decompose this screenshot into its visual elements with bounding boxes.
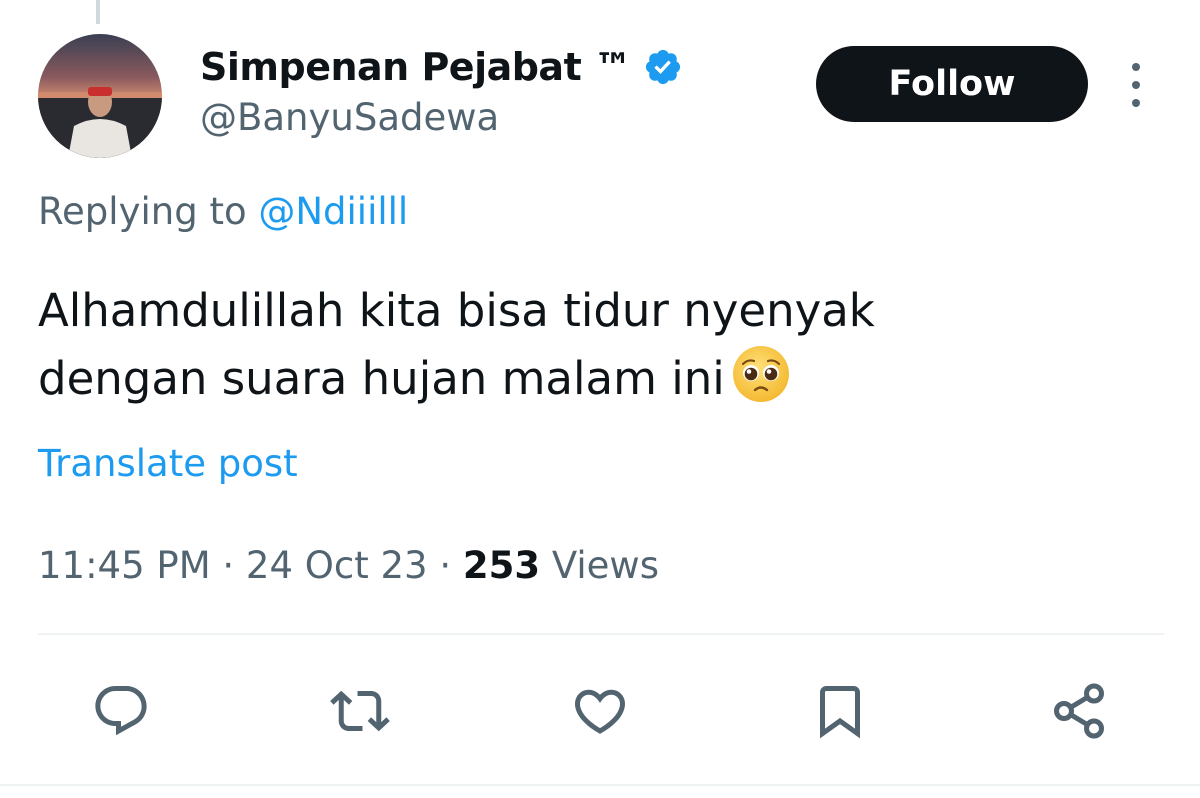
repost-icon bbox=[330, 690, 390, 732]
post-text-line-2-wrap: dengan suara hujan malam ini bbox=[38, 344, 1158, 412]
post-text-line-2: dengan suara hujan malam ini bbox=[38, 352, 725, 405]
meta-separator: · bbox=[210, 544, 246, 587]
bottom-divider bbox=[0, 784, 1200, 786]
translate-post-link[interactable]: Translate post bbox=[38, 442, 298, 485]
avatar-photo bbox=[38, 34, 162, 158]
more-dot bbox=[1132, 63, 1140, 71]
action-bar bbox=[0, 676, 1200, 746]
post-text: Alhamdulillah kita bisa tidur nyenyak de… bbox=[38, 278, 1158, 412]
meta-separator: · bbox=[427, 544, 463, 587]
reply-icon bbox=[95, 686, 147, 736]
replying-to-line: Replying to @Ndiiilll bbox=[38, 190, 408, 233]
more-dot bbox=[1132, 81, 1140, 89]
verified-badge-icon bbox=[646, 49, 681, 85]
display-name[interactable]: Simpenan Pejabat ™ bbox=[200, 45, 632, 89]
avatar[interactable] bbox=[38, 34, 162, 158]
more-dot bbox=[1132, 99, 1140, 107]
author-handle[interactable]: @BanyuSadewa bbox=[200, 96, 499, 139]
post-text-line-1: Alhamdulillah kita bisa tidur nyenyak bbox=[38, 284, 875, 337]
views-count: 253 bbox=[462, 544, 541, 587]
post-date[interactable]: 24 Oct 23 bbox=[246, 544, 428, 587]
reply-button[interactable] bbox=[86, 676, 156, 746]
bookmark-icon bbox=[820, 686, 860, 739]
more-vertical-icon[interactable] bbox=[1116, 60, 1156, 110]
pleading-face-emoji bbox=[732, 346, 789, 402]
divider bbox=[38, 633, 1164, 635]
share-button[interactable] bbox=[1044, 676, 1114, 746]
views-label: Views bbox=[540, 544, 659, 587]
like-button[interactable] bbox=[565, 676, 635, 746]
share-icon bbox=[1054, 683, 1104, 739]
follow-button[interactable]: Follow bbox=[816, 46, 1088, 122]
reply-mention-link[interactable]: @Ndiiilll bbox=[258, 190, 408, 233]
thread-connector-line bbox=[96, 0, 100, 24]
heart-icon bbox=[574, 689, 626, 734]
post-time[interactable]: 11:45 PM bbox=[38, 544, 211, 587]
bookmark-button[interactable] bbox=[805, 676, 875, 746]
author-name-row[interactable]: Simpenan Pejabat ™ bbox=[200, 38, 683, 96]
repost-button[interactable] bbox=[325, 676, 395, 746]
replying-to-label: Replying to bbox=[38, 190, 259, 233]
post-meta: 11:45 PM · 24 Oct 23 · 253 Views bbox=[38, 544, 659, 587]
